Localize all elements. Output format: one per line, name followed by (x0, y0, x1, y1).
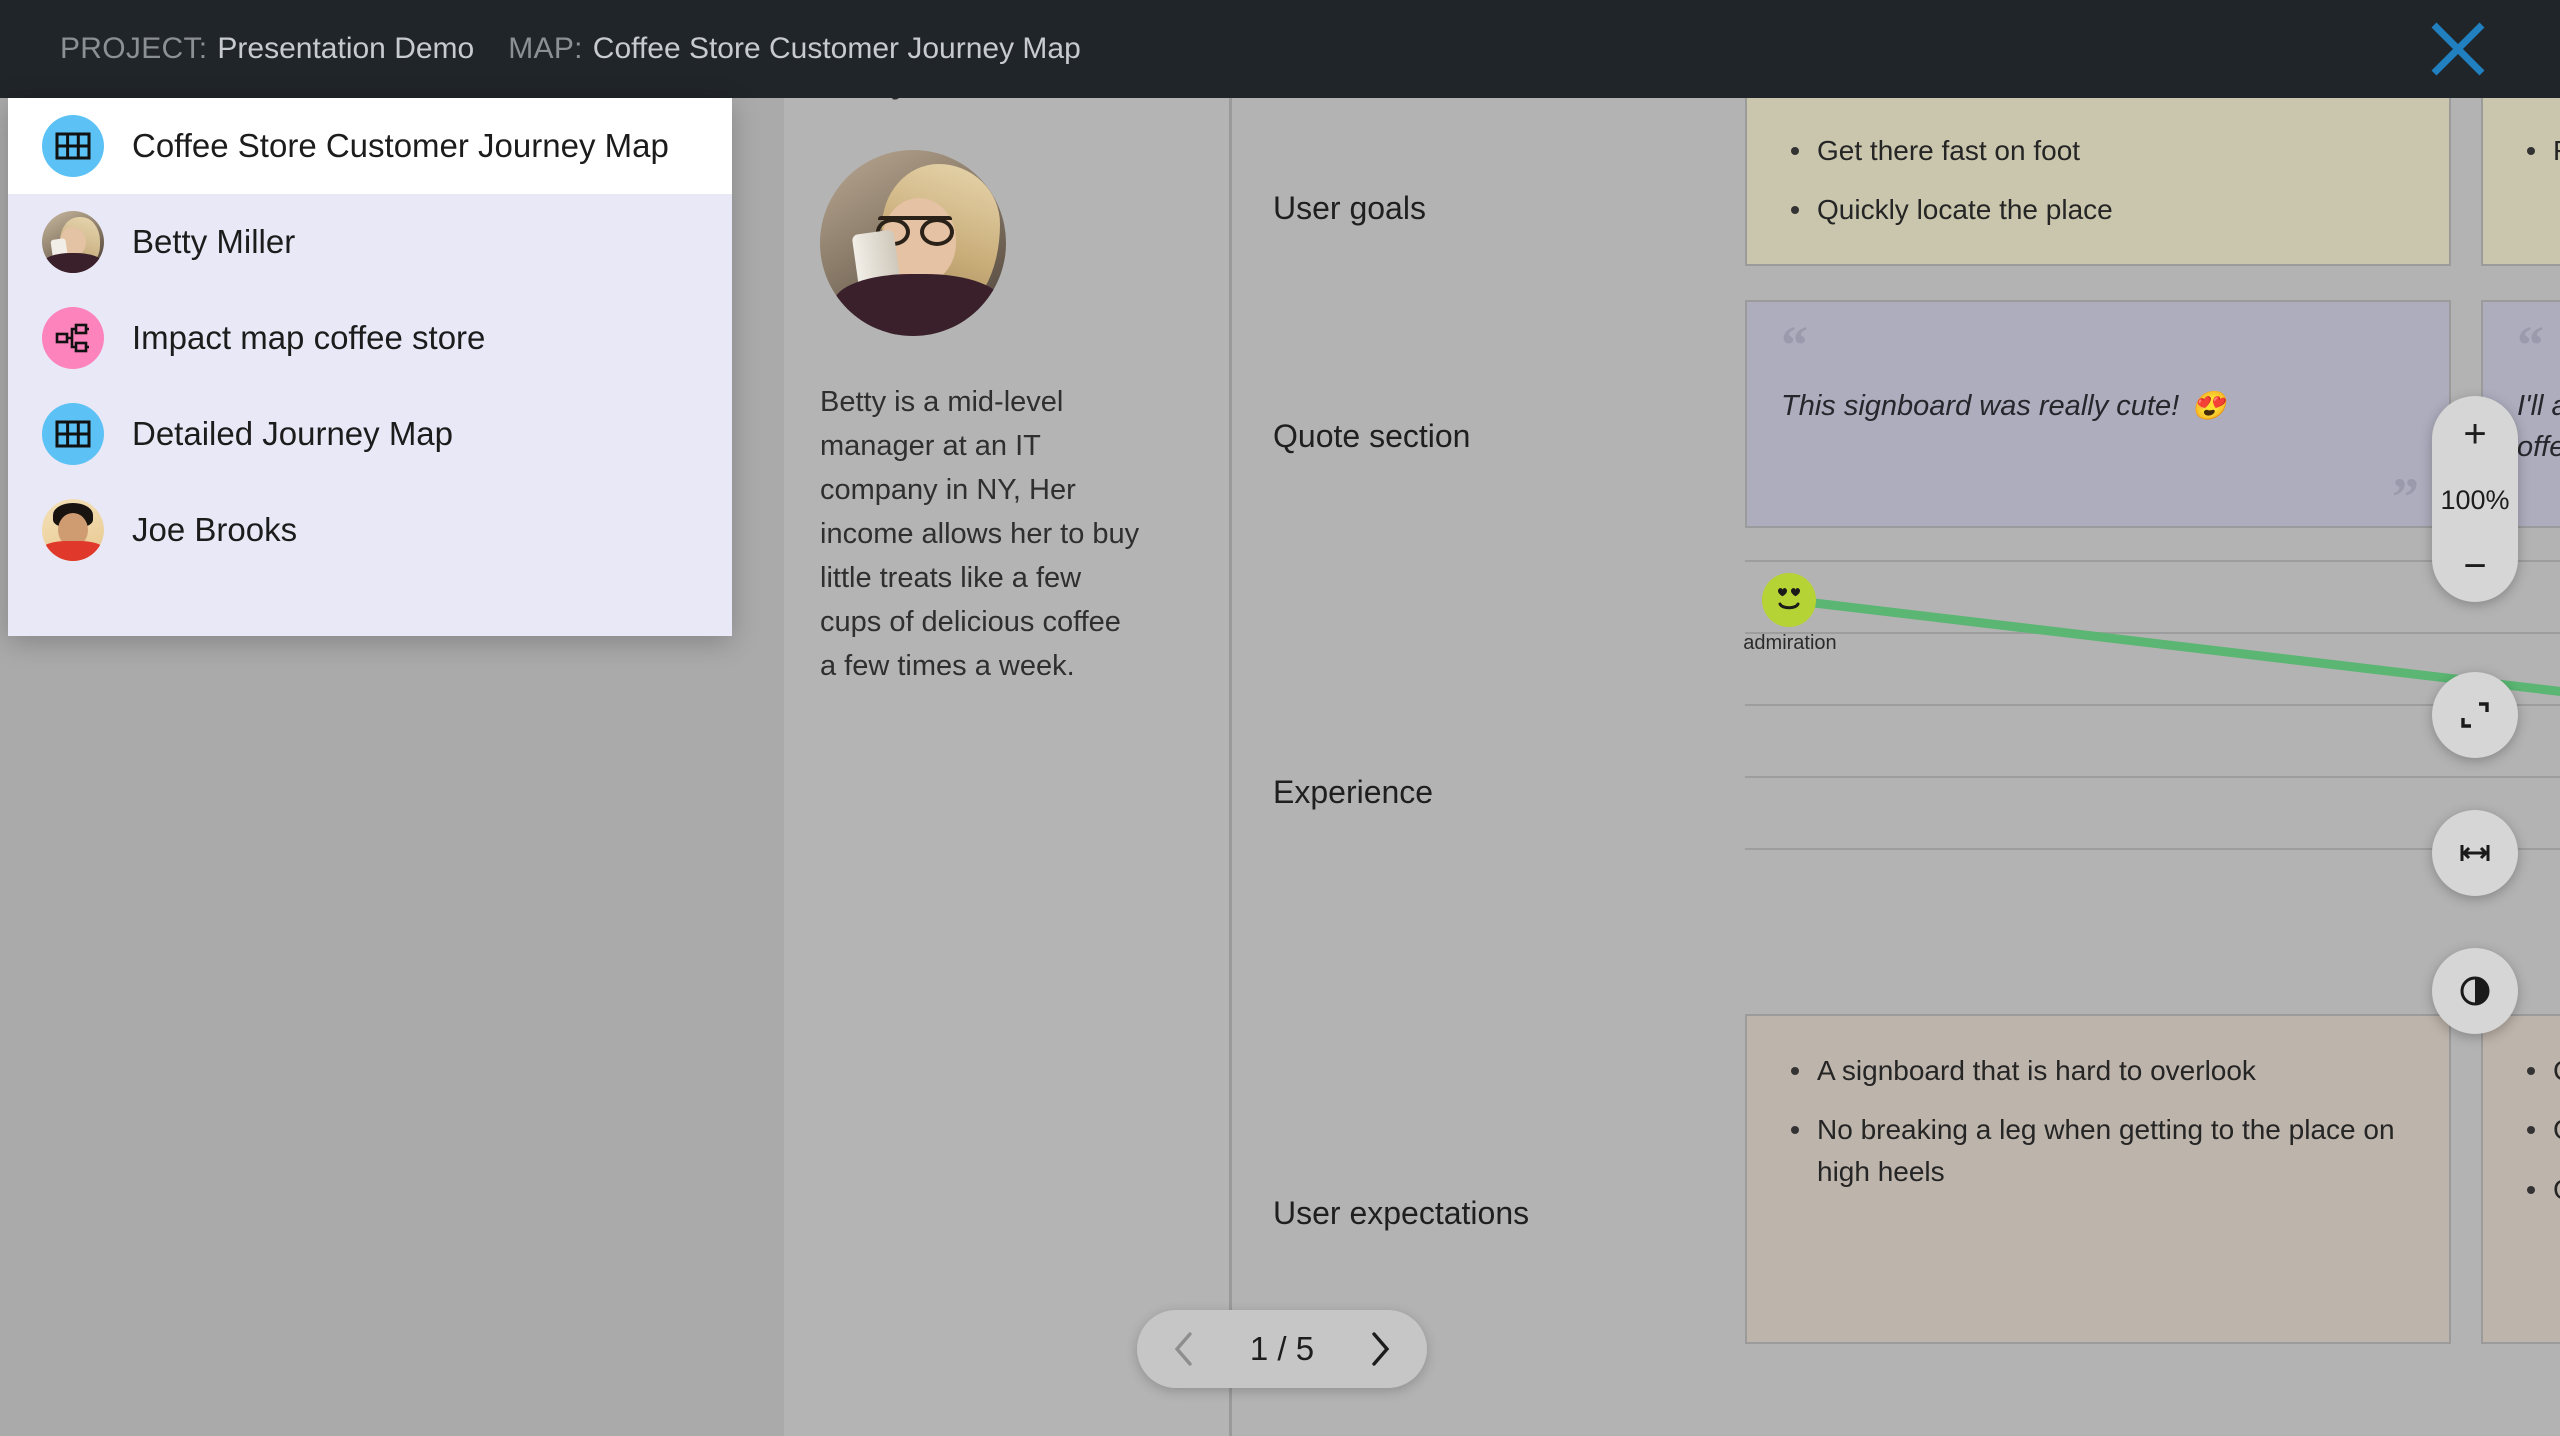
sidebar-item-label: Coffee Store Customer Journey Map (132, 127, 669, 164)
top-header-bar: PROJECT: Presentation Demo MAP: Coffee S… (0, 0, 2560, 98)
row-label-quote-section: Quote section (1273, 418, 1471, 454)
list-item: A signboard that is hard to overlook (1785, 1050, 2411, 1091)
heart-eyes-emoji: 😍 (2191, 390, 2227, 421)
quote-text: I'll as offe (2517, 386, 2560, 467)
list-item: Co (2521, 1050, 2560, 1091)
close-icon (2431, 22, 2485, 76)
map-label: MAP: (508, 32, 583, 65)
quote-body: This signboard was really cute! (1781, 390, 2180, 422)
impact-map-icon (42, 307, 104, 369)
sidebar-item-impact-map-coffee-store[interactable]: Impact map coffee store (8, 290, 732, 386)
list-item: Get there fast on foot (1785, 130, 2411, 171)
page-counter: 1 / 5 (1249, 1330, 1315, 1367)
sidebar-item-joe-brooks[interactable]: Joe Brooks (8, 482, 732, 578)
project-name: Presentation Demo (217, 32, 475, 65)
avatar (42, 211, 104, 273)
quote-text: This signboard was really cute! 😍 (1781, 386, 2423, 427)
sidebar-item-detailed-journey-map[interactable]: Detailed Journey Map (8, 386, 732, 482)
list-item: Go (2521, 1169, 2560, 1210)
chevron-right-icon[interactable] (1367, 1330, 1393, 1368)
quote-open-mark: “ (2517, 315, 2544, 375)
fit-width-button[interactable] (2432, 810, 2518, 896)
contrast-icon (2460, 976, 2490, 1006)
sidebar-item-label: Detailed Journey Map (132, 415, 454, 452)
zoom-in-button[interactable]: + (2432, 414, 2518, 454)
map-name: Coffee Store Customer Journey Map (592, 32, 1081, 65)
sidebar-item-label: Impact map coffee store (132, 319, 486, 356)
quote-open-mark: “ (1781, 315, 1808, 375)
fit-to-screen-button[interactable] (2432, 672, 2518, 758)
breadcrumb-project: PROJECT: Presentation Demo (60, 32, 474, 66)
quote-close-mark: ” (2392, 467, 2419, 527)
row-label-user-expectations: User expectations (1273, 1195, 1530, 1231)
list-item: Go (2521, 1109, 2560, 1150)
list-item: No breaking a leg when getting to the pl… (1785, 1109, 2411, 1192)
persona-column: Betty Miller Betty is a mid-level manage… (784, 56, 1232, 1436)
sidebar-item-betty-miller[interactable]: Betty Miller (8, 194, 732, 290)
quote-body-line2: offe (2517, 430, 2560, 463)
sidebar-item-coffee-store-customer-journey-map[interactable]: Coffee Store Customer Journey Map (8, 98, 732, 194)
page-navigator[interactable]: 1 / 5 (1137, 1310, 1427, 1388)
project-label: PROJECT: (60, 32, 208, 65)
cell-user-goals-stage2[interactable]: Fin (2481, 94, 2560, 266)
persona-avatar (820, 150, 1006, 336)
fit-width-icon (2460, 845, 2490, 861)
chevron-left-icon[interactable] (1171, 1330, 1197, 1368)
emotion-node-admiration[interactable] (1762, 573, 1816, 627)
heart-eyes-smiley-icon (1778, 588, 1800, 610)
list-item: Fin (2521, 130, 2560, 171)
cell-user-expectations-stage2[interactable]: Co Go Go (2481, 1014, 2560, 1344)
sidebar-item-label: Joe Brooks (132, 511, 298, 548)
zoom-level-text: 100% (2440, 484, 2510, 515)
row-label-user-goals: User goals (1273, 190, 1426, 226)
grid-table-icon (42, 115, 104, 177)
row-labels-column: User goals Quote section Experience User… (1235, 98, 1745, 1436)
cell-user-goals-stage1[interactable]: Get there fast on foot Quickly locate th… (1745, 94, 2451, 266)
cell-user-expectations-stage1[interactable]: A signboard that is hard to overlook No … (1745, 1014, 2451, 1344)
zoom-control-group[interactable]: + 100% − (2432, 396, 2518, 602)
grid-table-icon (42, 403, 104, 465)
fit-to-screen-icon (2461, 702, 2489, 728)
map-selector-panel[interactable]: Coffee Store Customer Journey Map Betty … (8, 98, 732, 636)
contrast-button[interactable] (2432, 948, 2518, 1034)
persona-bio: Betty is a mid-level manager at an IT co… (820, 386, 1140, 683)
emotion-node-label: admiration (1743, 632, 1837, 654)
cell-quote-stage1[interactable]: “ This signboard was really cute! 😍 ” (1745, 300, 2451, 528)
row-label-experience: Experience (1273, 774, 1434, 810)
sidebar-item-label: Betty Miller (132, 223, 296, 260)
quote-body-line1: I'll as (2517, 390, 2560, 422)
close-button[interactable] (2426, 17, 2490, 81)
list-item: Quickly locate the place (1785, 189, 2411, 230)
breadcrumb-map: MAP: Coffee Store Customer Journey Map (508, 32, 1081, 66)
zoom-out-button[interactable]: − (2432, 546, 2518, 586)
avatar (42, 499, 104, 561)
